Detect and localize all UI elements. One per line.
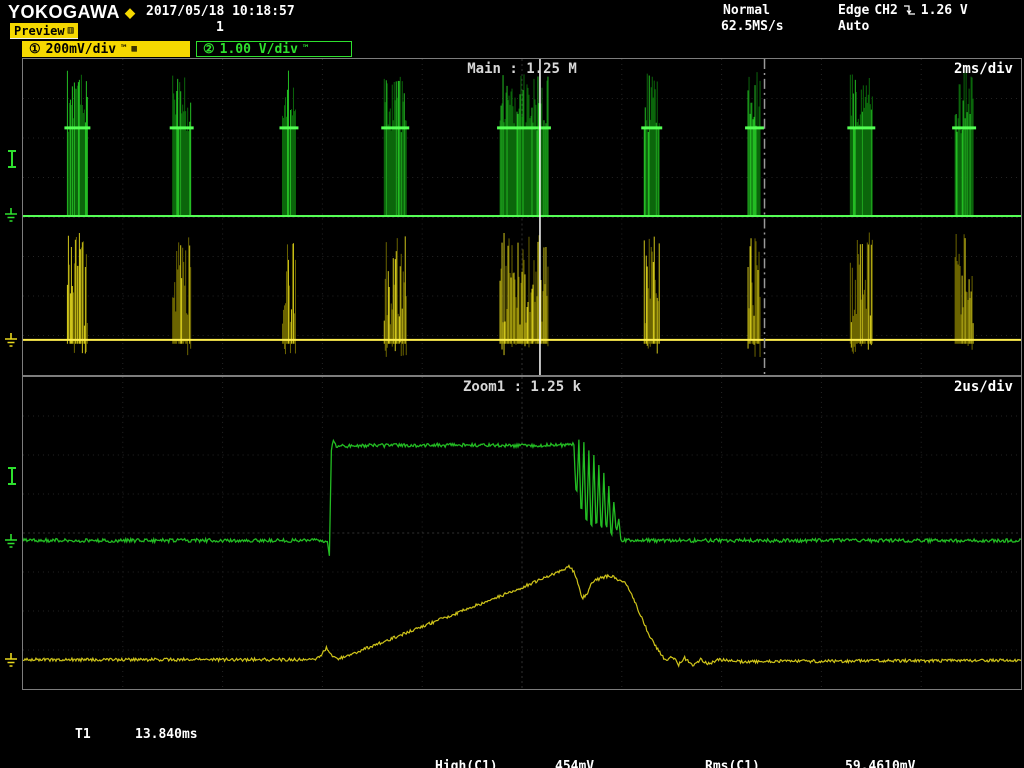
trigger-mode: Auto: [838, 19, 869, 34]
stat-label: High(C1): [435, 759, 555, 768]
zoom-waveform-canvas: [23, 377, 1021, 689]
header-bar: YOKOGAWA ◆ Preview ▥ 2017/05/18 10:18:57…: [0, 0, 1024, 40]
trigger-source: CH2: [874, 3, 897, 18]
main-waveform-canvas: [23, 59, 1021, 375]
zoom-record-label: Zoom1 : 1.25 k: [463, 379, 581, 395]
main-record-label: Main : 1.25 M: [467, 61, 577, 77]
stat-value: 454mV: [555, 759, 594, 768]
main-waveform-panel: Main : 1.25 M 2ms/div: [22, 58, 1022, 376]
preview-label: Preview: [14, 24, 65, 38]
ch2-trigger-level-marker: [6, 150, 18, 168]
ch2-ground-marker: [3, 207, 19, 223]
acquisition-count: 1: [216, 20, 224, 35]
channel-2-badge[interactable]: ② 1.00 V/div ™: [196, 41, 352, 57]
channel-1-scale: 200mV/div: [46, 42, 116, 57]
channel-1-number: ①: [29, 42, 41, 57]
cursor-row-t1: T113.840ms: [75, 727, 198, 743]
zoom-timebase: 2us/div: [954, 379, 1013, 395]
stats-column-2: Rms(C1)59.4610mV High(C2)2.27 V: [705, 729, 915, 768]
channel-2-scale: 1.00 V/div: [220, 42, 298, 57]
brand-text: YOKOGAWA: [8, 2, 120, 23]
main-timebase: 2ms/div: [954, 61, 1013, 77]
zoom-ch1-ground-marker: [3, 652, 19, 668]
impedance-icon: ™: [303, 45, 308, 54]
preview-button[interactable]: Preview ▥: [10, 23, 78, 39]
trigger-info: Edge CH2 1.26 V: [838, 3, 968, 18]
channel-2-number: ②: [203, 42, 215, 57]
impedance-icon: ™: [121, 45, 126, 54]
channel-1-badge[interactable]: ① 200mV/div ™ ▦: [22, 41, 190, 57]
stat-row: High(C1)454mV: [435, 759, 602, 768]
brand-logo: YOKOGAWA ◆: [8, 2, 136, 23]
sample-rate: 62.5MS/s: [721, 19, 784, 34]
datetime: 2017/05/18 10:18:57: [146, 4, 295, 19]
zoom-waveform-panel: Zoom1 : 1.25 k 2us/div: [22, 376, 1022, 690]
ch1-ground-marker: [3, 332, 19, 348]
stats-column-1: High(C1)454mV Max(C2)3.76 V: [435, 729, 602, 768]
stat-row: Rms(C1)59.4610mV: [705, 759, 915, 768]
trigger-level: 1.26 V: [921, 3, 968, 18]
cursor-label: T1: [75, 727, 135, 742]
trigger-type: Edge: [838, 3, 869, 18]
brand-diamond-icon: ◆: [125, 6, 136, 19]
falling-edge-icon: [903, 4, 916, 17]
filter-icon: ▦: [132, 45, 137, 54]
zoom-ch2-trigger-level-marker: [6, 467, 18, 485]
cursor-readouts: T113.840ms T213.828ms V1-0.01 V V20.00 V: [75, 697, 198, 768]
acquisition-mode: Normal: [723, 3, 770, 18]
preview-icon: ▥: [68, 26, 74, 36]
stat-label: Rms(C1): [705, 759, 845, 768]
cursor-value: 13.840ms: [135, 727, 198, 742]
zoom-ch2-ground-marker: [3, 533, 19, 549]
stat-value: 59.4610mV: [845, 759, 915, 768]
